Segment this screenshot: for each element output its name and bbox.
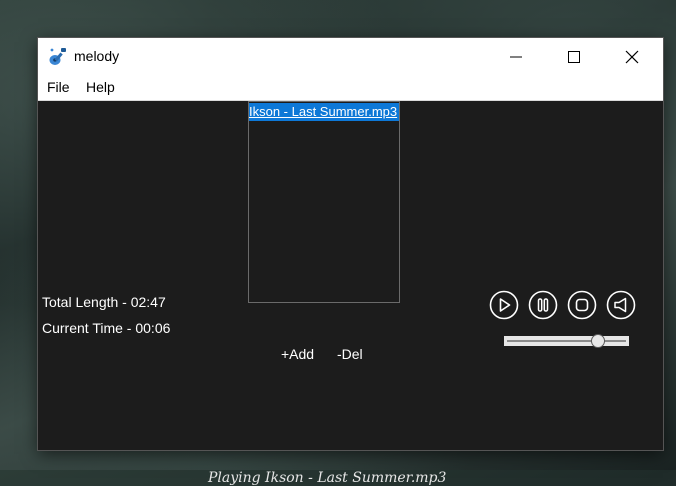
total-length-label: Total Length - 02:47 [42,294,166,310]
menu-file[interactable]: File [47,79,70,95]
mute-button[interactable] [606,290,636,320]
speaker-icon [606,290,636,320]
guitar-icon [48,47,68,67]
menu-help[interactable]: Help [86,79,115,95]
menu-bar: File Help [38,76,663,101]
app-window: melody File Help Total Length - 02:47 Cu… [38,38,663,486]
pause-icon [528,290,558,320]
volume-thumb[interactable] [591,334,605,348]
close-button[interactable] [603,38,661,76]
pause-button[interactable] [528,290,558,320]
window-title: melody [74,48,120,64]
volume-groove [507,340,626,342]
minimize-button[interactable] [487,38,545,76]
title-bar[interactable]: melody [38,38,663,76]
maximize-icon [568,51,580,63]
stop-button[interactable] [567,290,597,320]
stop-icon [567,290,597,320]
maximize-button[interactable] [545,38,603,76]
play-button[interactable] [489,290,519,320]
add-button[interactable]: +Add [281,346,314,362]
delete-button[interactable]: -Del [337,346,363,362]
player-panel: Total Length - 02:47 Current Time - 00:0… [38,101,663,486]
minimize-icon [510,56,522,58]
now-playing-status: Playing Ikson - Last Summer.mp3 [208,470,447,486]
playlist-item[interactable]: Ikson - Last Summer.mp3 [249,103,399,121]
volume-slider[interactable] [504,333,629,349]
play-icon [489,290,519,320]
close-icon [625,50,639,64]
playlist-box[interactable]: Ikson - Last Summer.mp3 [248,101,400,303]
current-time-label: Current Time - 00:06 [42,320,171,336]
